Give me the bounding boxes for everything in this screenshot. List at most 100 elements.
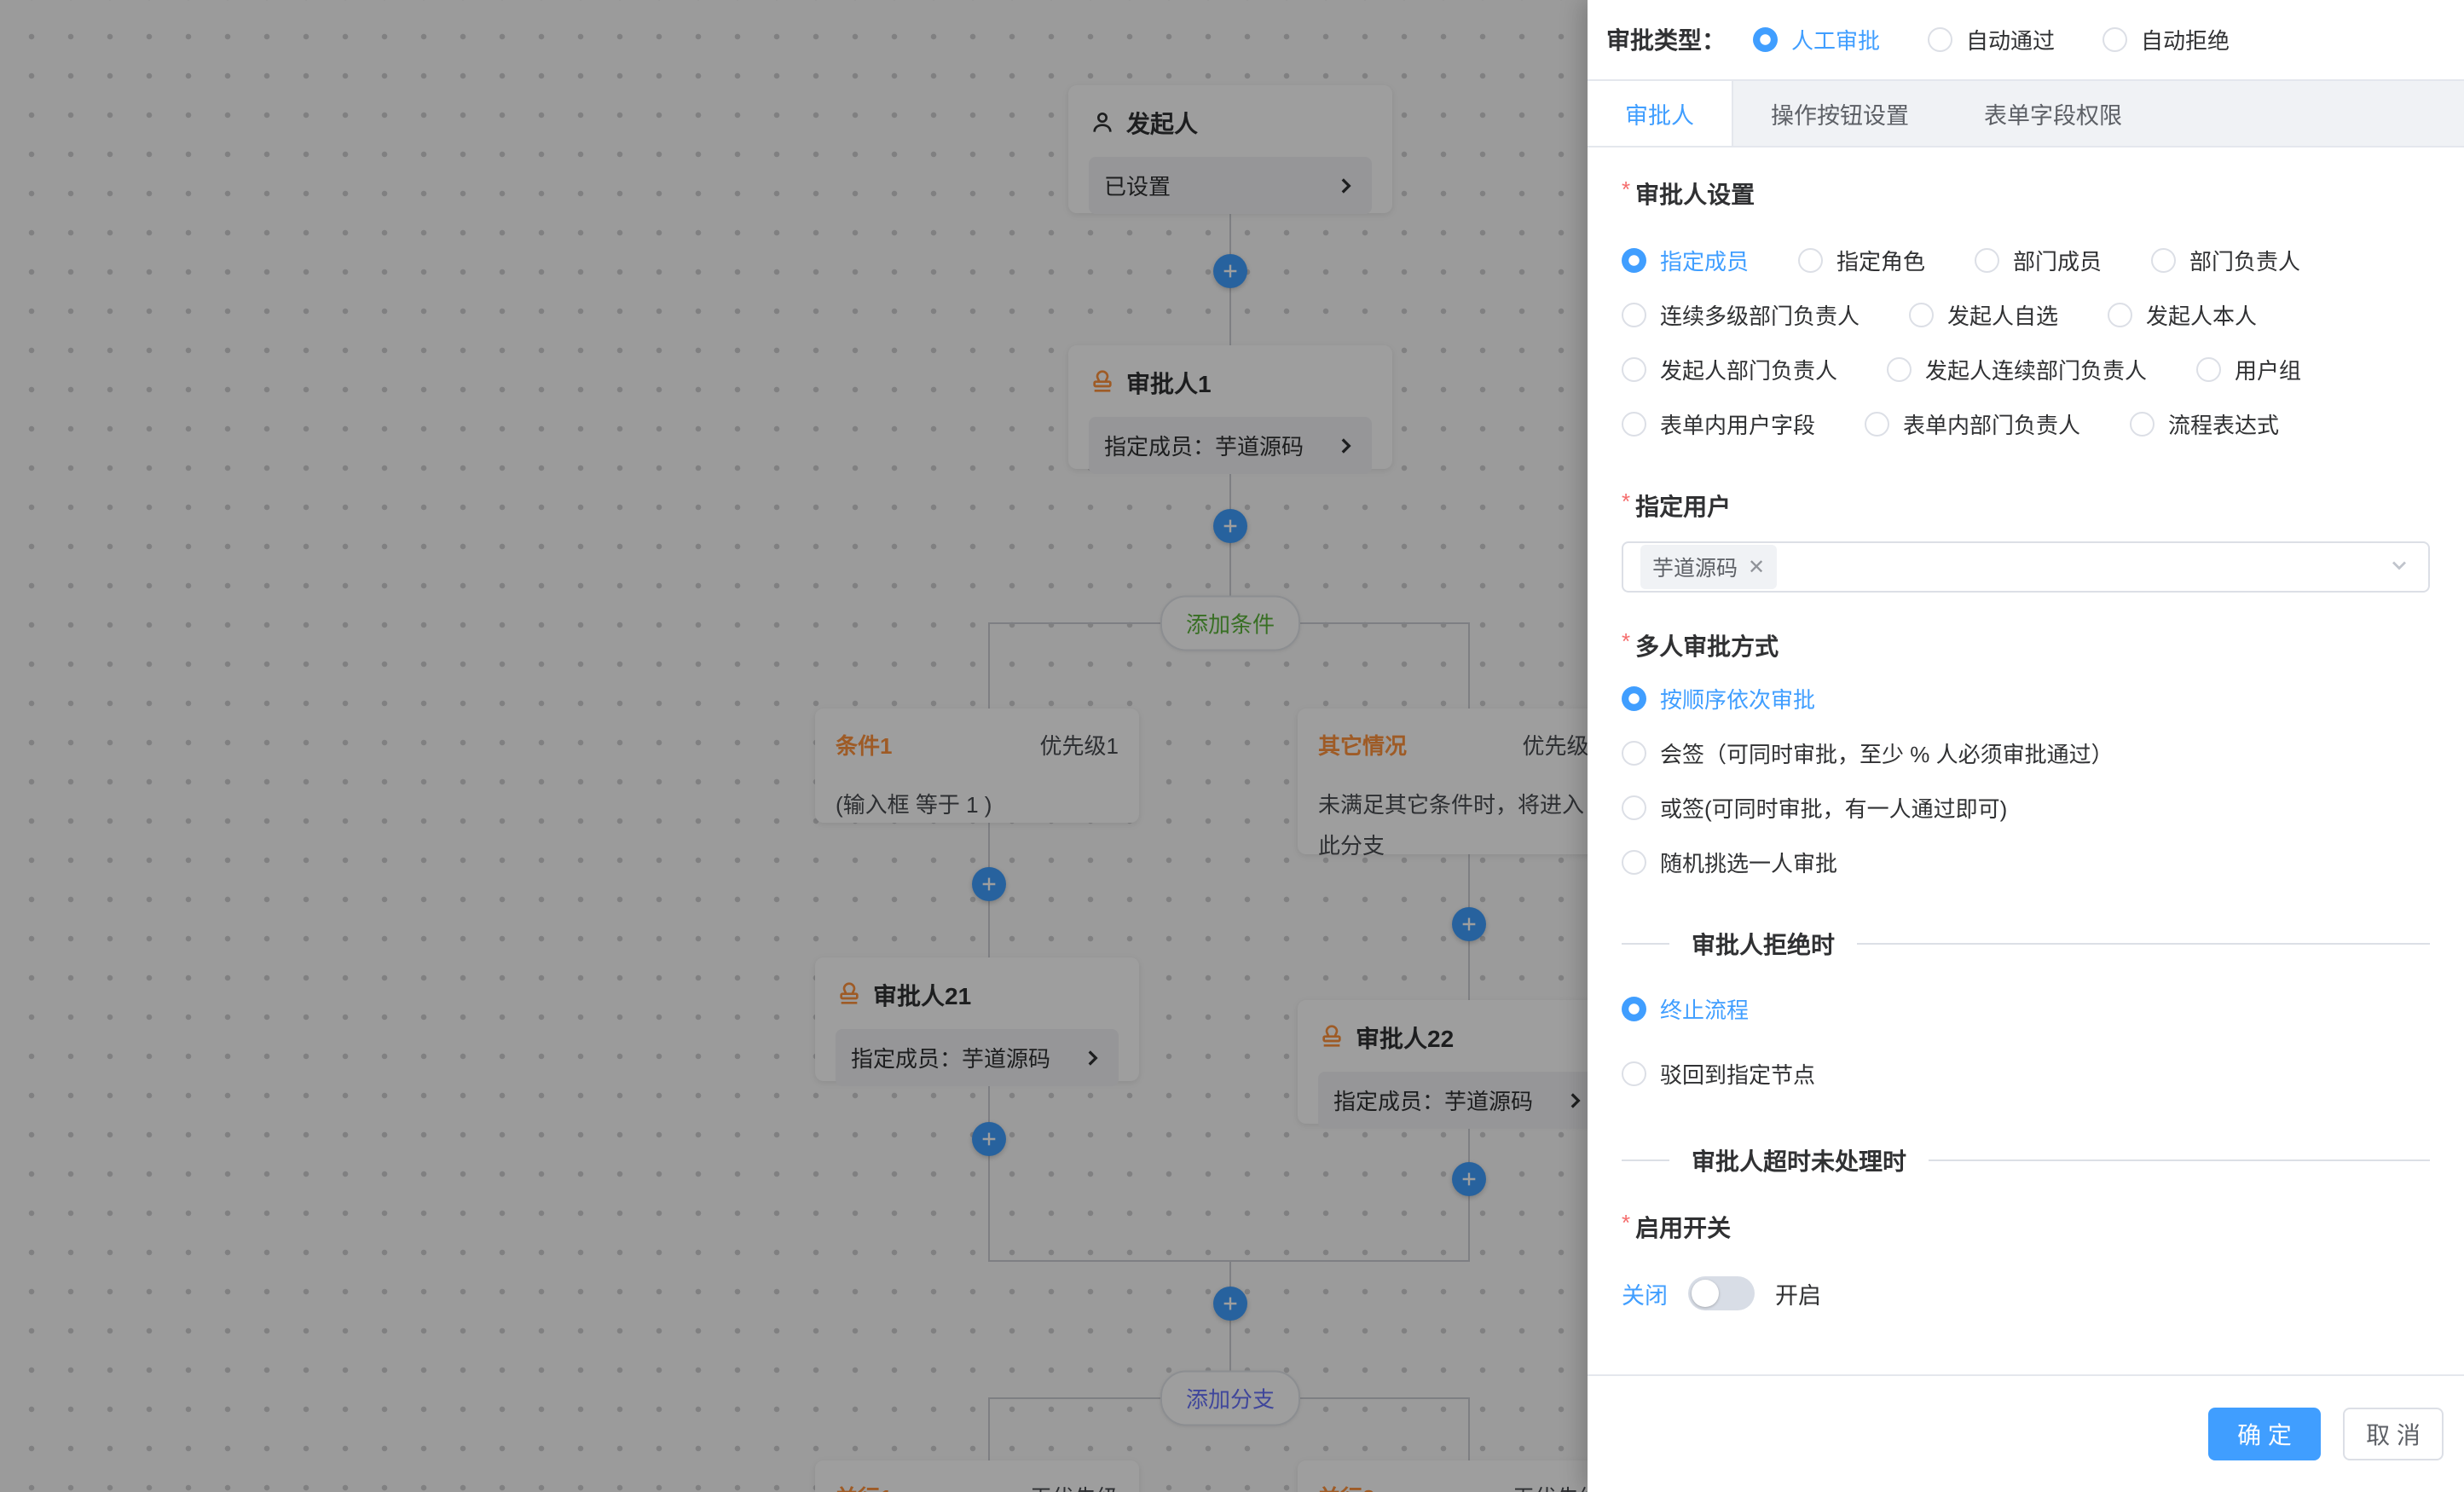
assign-user-select[interactable]: 芋道源码 ✕ — [1622, 541, 2430, 593]
radio-initiator-choose[interactable]: 发起人自选 — [1909, 299, 2058, 331]
radio-assign-member[interactable]: 指定成员 — [1622, 245, 1749, 276]
radio-orsign[interactable]: 或签(可同时审批，有一人通过即可) — [1622, 780, 2430, 835]
radio-indicator — [1865, 412, 1889, 437]
radio-random-one[interactable]: 随机挑选一人审批 — [1622, 835, 2430, 889]
radio-user-group[interactable]: 用户组 — [2196, 354, 2301, 385]
approval-settings-drawer: 审批类型： 人工审批 自动通过 自动拒绝 审批人 操作按钮设置 表单字段权限 *… — [1588, 0, 2464, 1492]
radio-label: 表单内用户字段 — [1660, 408, 1815, 440]
multi-approve-label: 多人审批方式 — [1635, 633, 1779, 660]
radio-indicator — [1909, 303, 1934, 327]
radio-process-expression[interactable]: 流程表达式 — [2130, 408, 2279, 440]
radio-multi-level-dept-leader[interactable]: 连续多级部门负责人 — [1622, 299, 1860, 331]
radio-indicator — [2108, 303, 2132, 327]
tab-approver[interactable]: 审批人 — [1588, 81, 1733, 146]
settings-tabs: 审批人 操作按钮设置 表单字段权限 — [1588, 79, 2464, 147]
radio-indicator — [1622, 303, 1646, 327]
radio-label: 部门负责人 — [2189, 245, 2300, 276]
approval-type-label: 审批类型： — [1606, 22, 1726, 56]
radio-label: 指定角色 — [1836, 245, 1925, 276]
required-asterisk: * — [1622, 628, 1630, 654]
tab-label: 表单字段权限 — [1984, 97, 2122, 130]
radio-label: 驳回到指定节点 — [1660, 1058, 1815, 1090]
radio-indicator — [1622, 686, 1646, 711]
radio-label: 按顺序依次审批 — [1660, 683, 1815, 714]
user-tag: 芋道源码 ✕ — [1640, 545, 1777, 589]
radio-label: 发起人连续部门负责人 — [1925, 354, 2147, 385]
radio-label: 部门成员 — [2013, 245, 2102, 276]
radio-indicator — [2151, 248, 2176, 273]
radio-label: 会签（可同时审批，至少 % 人必须审批通过） — [1660, 737, 2114, 769]
radio-label: 用户组 — [2235, 354, 2301, 385]
flow-canvas[interactable]: 发起人 已设置 审批人1 指定成员：芋道源码 添加条件 — [0, 0, 1588, 1492]
radio-indicator — [2130, 412, 2155, 437]
radio-countersign[interactable]: 会签（可同时审批，至少 % 人必须审批通过） — [1622, 726, 2430, 780]
radio-sequential-approve[interactable]: 按顺序依次审批 — [1622, 671, 2430, 726]
workflow-designer-screen: 发起人 已设置 审批人1 指定成员：芋道源码 添加条件 — [0, 0, 2464, 1492]
radio-indicator — [1622, 997, 1646, 1021]
radio-return-to-node[interactable]: 驳回到指定节点 — [1622, 1046, 2430, 1101]
timeout-enable-switch[interactable] — [1688, 1276, 1755, 1310]
required-asterisk: * — [1622, 176, 1630, 202]
radio-auto-approve[interactable]: 自动通过 — [1928, 24, 2055, 55]
select-arrow — [2387, 553, 2411, 581]
radio-indicator — [1753, 27, 1778, 52]
tab-action-buttons[interactable]: 操作按钮设置 — [1733, 81, 1946, 146]
radio-label: 表单内部门负责人 — [1903, 408, 2080, 440]
chevron-down-icon — [2387, 553, 2411, 577]
timeout-section-divider: 审批人超时未处理时 — [1622, 1143, 2430, 1177]
radio-label: 流程表达式 — [2168, 408, 2279, 440]
radio-label: 随机挑选一人审批 — [1660, 847, 1837, 878]
radio-terminate-process[interactable]: 终止流程 — [1622, 981, 2430, 1036]
radio-initiator-self[interactable]: 发起人本人 — [2108, 299, 2257, 331]
radio-dept-member[interactable]: 部门成员 — [1975, 245, 2102, 276]
radio-initiator-dept-leader[interactable]: 发起人部门负责人 — [1622, 354, 1837, 385]
radio-form-dept-leader[interactable]: 表单内部门负责人 — [1865, 408, 2080, 440]
reject-section-title: 审批人拒绝时 — [1692, 927, 1835, 961]
radio-label: 发起人本人 — [2146, 299, 2257, 331]
radio-label: 人工审批 — [1791, 24, 1880, 55]
switch-off-label: 关闭 — [1622, 1277, 1668, 1310]
modal-overlay[interactable] — [0, 0, 1588, 1492]
tab-label: 操作按钮设置 — [1771, 97, 1909, 130]
radio-indicator — [1887, 357, 1912, 382]
confirm-button[interactable]: 确 定 — [2208, 1408, 2321, 1460]
drawer-footer: 确 定 取 消 — [1588, 1374, 2464, 1492]
tab-form-field-permissions[interactable]: 表单字段权限 — [1946, 81, 2160, 146]
radio-indicator — [1622, 850, 1646, 875]
radio-label: 发起人自选 — [1947, 299, 2058, 331]
radio-indicator — [2196, 357, 2221, 382]
radio-auto-reject[interactable]: 自动拒绝 — [2102, 24, 2230, 55]
enable-switch-label: 启用开关 — [1635, 1215, 1731, 1241]
radio-indicator — [1622, 1061, 1646, 1086]
radio-indicator — [2102, 27, 2127, 52]
radio-label: 指定成员 — [1660, 245, 1749, 276]
radio-label: 自动拒绝 — [2141, 24, 2230, 55]
radio-assign-role[interactable]: 指定角色 — [1798, 245, 1925, 276]
drawer-body[interactable]: *审批人设置 指定成员 指定角色 部门成员 部门负责人 连续多级部门负责人 发起… — [1588, 149, 2464, 1324]
approver-setting-label: 审批人设置 — [1635, 182, 1755, 208]
radio-label: 或签(可同时审批，有一人通过即可) — [1660, 792, 2007, 824]
tab-label: 审批人 — [1625, 97, 1694, 130]
radio-indicator — [1622, 795, 1646, 820]
cancel-button[interactable]: 取 消 — [2343, 1408, 2444, 1460]
radio-indicator — [1928, 27, 1952, 52]
required-asterisk: * — [1622, 489, 1630, 514]
radio-manual-approval[interactable]: 人工审批 — [1753, 24, 1880, 55]
switch-knob — [1692, 1280, 1719, 1307]
radio-label: 连续多级部门负责人 — [1660, 299, 1860, 331]
reject-section-divider: 审批人拒绝时 — [1622, 927, 2430, 961]
required-asterisk: * — [1622, 1210, 1630, 1235]
radio-label: 发起人部门负责人 — [1660, 354, 1837, 385]
radio-indicator — [1622, 357, 1646, 382]
approval-type-row: 审批类型： 人工审批 自动通过 自动拒绝 — [1588, 0, 2464, 65]
radio-label: 终止流程 — [1660, 993, 1749, 1025]
radio-dept-leader[interactable]: 部门负责人 — [2151, 245, 2300, 276]
radio-indicator — [1622, 412, 1646, 437]
radio-indicator — [1622, 248, 1646, 273]
tag-remove-icon[interactable]: ✕ — [1748, 555, 1765, 580]
radio-form-user-field[interactable]: 表单内用户字段 — [1622, 408, 1815, 440]
radio-indicator — [1975, 248, 1999, 273]
assign-user-label: 指定用户 — [1635, 494, 1731, 520]
radio-initiator-multi-dept-leader[interactable]: 发起人连续部门负责人 — [1887, 354, 2147, 385]
user-tag-label: 芋道源码 — [1652, 552, 1738, 582]
